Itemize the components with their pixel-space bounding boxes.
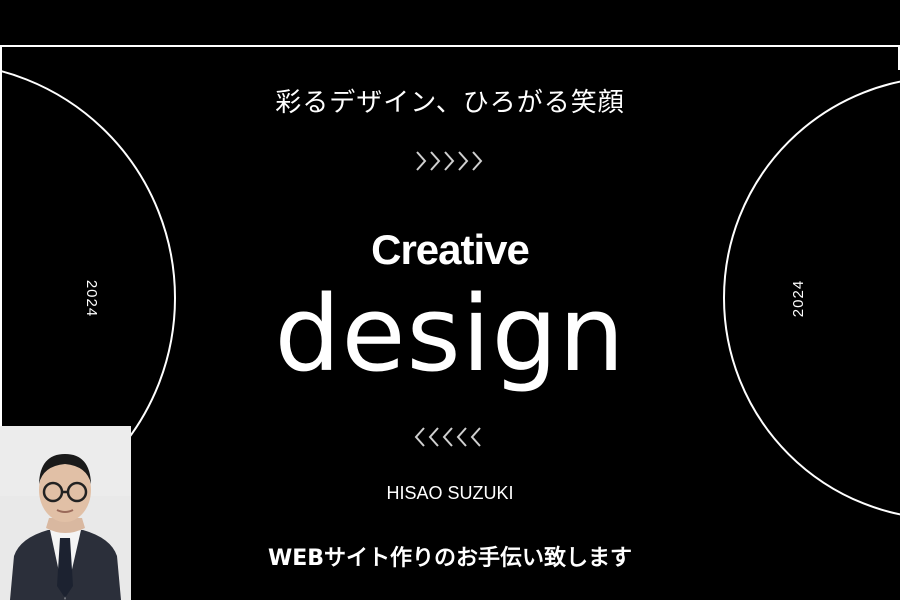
year-right-label: 2024 <box>790 279 808 318</box>
author-photo <box>0 426 131 600</box>
chevrons-right-icon <box>416 151 483 171</box>
year-left-label: 2024 <box>83 279 101 318</box>
title-design: design <box>274 273 626 395</box>
service-text: WEBサイト作りのお手伝い致します <box>267 546 633 571</box>
title-creative: Creative <box>371 226 530 273</box>
tagline: 彩るデザイン、ひろがる笑顔 <box>275 88 625 118</box>
author-name: HISAO SUZUKI <box>386 483 514 503</box>
chevrons-left-icon <box>414 427 481 447</box>
